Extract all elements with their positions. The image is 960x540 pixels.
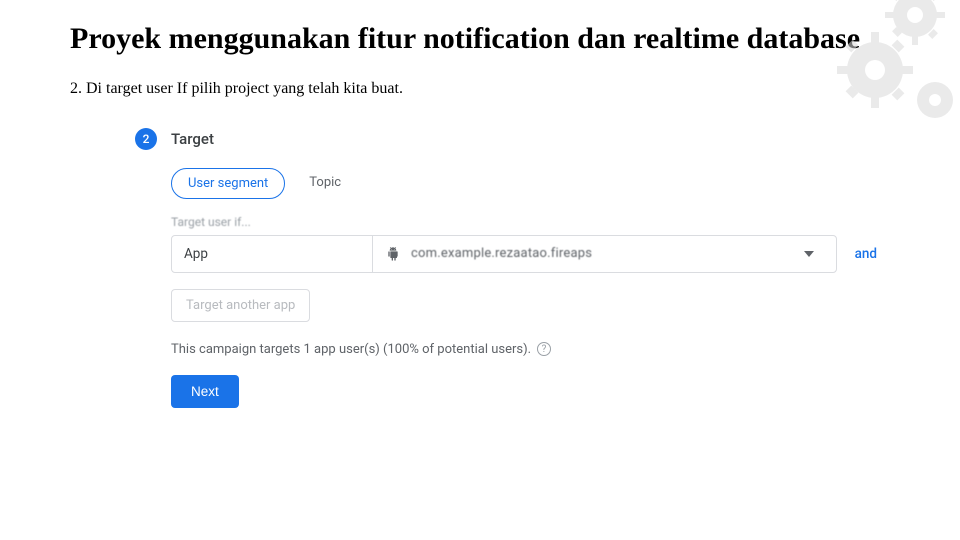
tab-topic[interactable]: Topic xyxy=(293,168,357,199)
and-button[interactable]: and xyxy=(847,235,885,273)
step-title: Target xyxy=(171,130,214,148)
app-select[interactable]: App com.example.rezaatao.fireaps xyxy=(171,235,837,273)
campaign-summary-text: This campaign targets 1 app user(s) (100… xyxy=(171,342,531,357)
step-header: 2 Target xyxy=(135,128,885,150)
help-icon[interactable]: ? xyxy=(537,342,551,356)
slide-body-text: 2. Di target user If pilih project yang … xyxy=(70,80,890,98)
next-button[interactable]: Next xyxy=(171,375,239,408)
app-name-value: com.example.rezaatao.fireaps xyxy=(411,246,592,261)
target-user-if-label: Target user if... xyxy=(171,215,885,229)
campaign-summary: This campaign targets 1 app user(s) (100… xyxy=(171,342,885,357)
tab-user-segment[interactable]: User segment xyxy=(171,168,285,199)
chevron-down-icon xyxy=(804,246,824,261)
app-field-label: App xyxy=(172,236,372,272)
tab-row: User segment Topic xyxy=(171,168,885,199)
step-number-badge: 2 xyxy=(135,128,157,150)
target-another-app-button[interactable]: Target another app xyxy=(171,289,310,322)
target-panel: 2 Target User segment Topic Target user … xyxy=(115,118,905,432)
slide-title: Proyek menggunakan fitur notification da… xyxy=(70,20,890,58)
android-icon xyxy=(385,246,401,262)
